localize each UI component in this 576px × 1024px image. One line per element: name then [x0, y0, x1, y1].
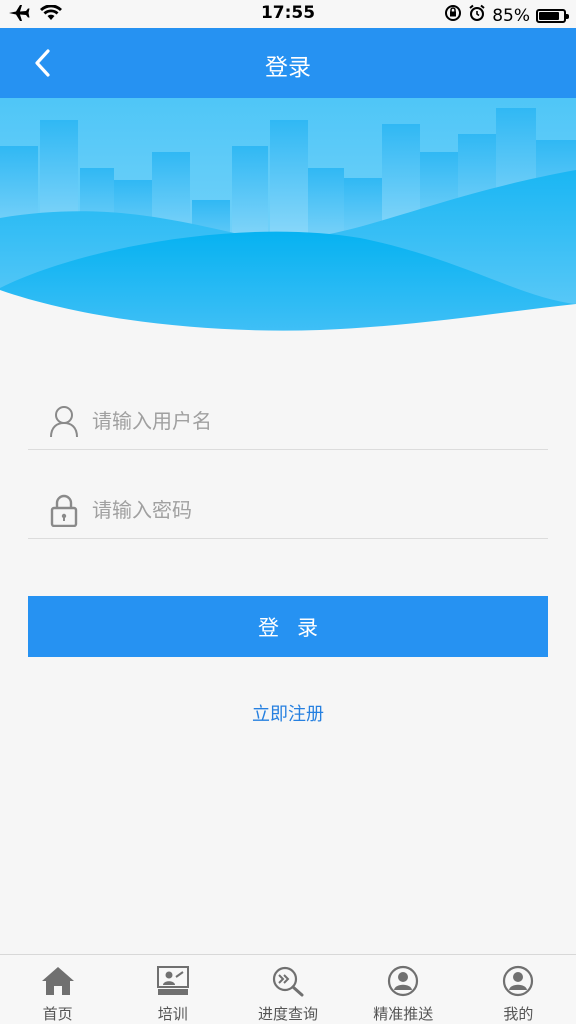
nav-bar: 登录 [0, 28, 576, 98]
username-input[interactable] [92, 400, 512, 441]
password-input[interactable] [92, 489, 512, 530]
tab-label: 培训 [157, 1005, 188, 1023]
tab-home[interactable]: 首页 [0, 955, 115, 1024]
password-field[interactable] [28, 481, 548, 539]
status-bar: 17:55 85% [0, 0, 576, 28]
lock-icon [46, 492, 82, 528]
tab-label: 我的 [503, 1005, 534, 1023]
progress-search-icon [270, 963, 306, 999]
rotation-lock-icon [444, 4, 462, 27]
status-right: 85% [444, 4, 569, 27]
tab-push[interactable]: 精准推送 [346, 955, 461, 1024]
username-field[interactable] [28, 392, 548, 450]
home-icon [40, 963, 76, 999]
battery-percent: 85% [492, 5, 530, 26]
city-banner-illustration [0, 98, 576, 338]
battery-fill [539, 11, 560, 20]
profile-icon [500, 963, 536, 999]
push-user-icon [385, 963, 421, 999]
battery-icon [536, 8, 569, 23]
login-button[interactable]: 登录 [28, 596, 548, 657]
tab-profile[interactable]: 我的 [461, 955, 576, 1024]
tab-label: 精准推送 [373, 1005, 434, 1023]
user-icon [46, 403, 82, 439]
tab-bar: 首页 培训 进度查询 精准推送 我的 [0, 954, 576, 1024]
tab-label: 首页 [42, 1005, 73, 1023]
tab-training[interactable]: 培训 [115, 955, 230, 1024]
page-title: 登录 [265, 55, 311, 81]
tab-label: 进度查询 [258, 1005, 319, 1023]
register-link[interactable]: 立即注册 [0, 700, 576, 726]
tab-progress[interactable]: 进度查询 [230, 955, 345, 1024]
training-icon [155, 963, 191, 999]
alarm-icon [468, 4, 486, 27]
